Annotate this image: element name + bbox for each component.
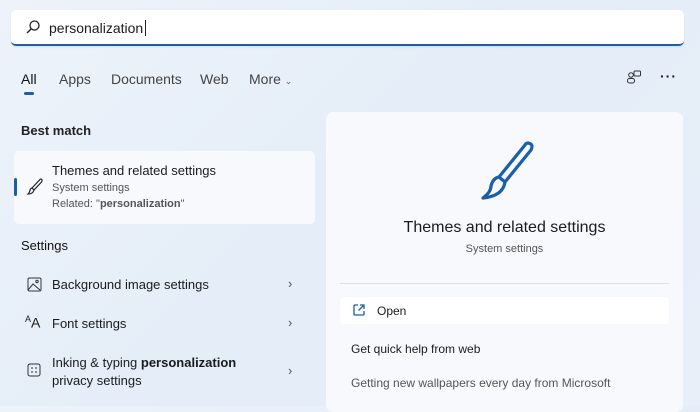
chevron-down-icon: ⌄ xyxy=(284,76,293,86)
tab-documents[interactable]: Documents xyxy=(111,71,182,87)
divider xyxy=(340,283,669,284)
open-external-icon xyxy=(353,304,365,316)
paintbrush-large-icon xyxy=(481,141,534,200)
image-icon xyxy=(27,277,42,292)
search-icon xyxy=(26,20,40,34)
best-match-item[interactable]: Themes and related settings System setti… xyxy=(14,151,315,224)
tab-apps[interactable]: Apps xyxy=(59,71,91,87)
quick-help-heading: Get quick help from web xyxy=(351,342,481,356)
more-options-icon[interactable]: ··· xyxy=(660,68,677,84)
setting-label: Background image settings xyxy=(52,277,209,292)
selection-indicator xyxy=(14,178,17,196)
preview-panel: Themes and related settings System setti… xyxy=(326,112,683,412)
tab-web[interactable]: Web xyxy=(200,71,229,87)
best-match-subtitle: System settings xyxy=(52,182,130,194)
search-value: personalization xyxy=(49,20,144,36)
related-prefix: Related: " xyxy=(52,198,100,210)
keyboard-icon xyxy=(27,363,41,377)
paintbrush-icon xyxy=(26,178,43,195)
chevron-right-icon: › xyxy=(288,315,293,330)
related-term: personalization xyxy=(99,198,181,210)
setting-item-background-image[interactable]: Background image settings › xyxy=(14,267,315,301)
preview-title: Themes and related settings xyxy=(403,219,606,236)
help-link[interactable]: Getting new wallpapers every day from Mi… xyxy=(351,376,610,390)
setting-item-inking-typing[interactable]: Inking & typing personalization privacy s… xyxy=(14,350,315,392)
font-icon: AA xyxy=(25,314,41,331)
preview-subtitle: System settings xyxy=(465,243,544,255)
chevron-right-icon: › xyxy=(288,363,293,378)
tab-all[interactable]: All xyxy=(21,71,37,87)
open-label: Open xyxy=(377,304,407,318)
best-match-heading: Best match xyxy=(21,123,92,138)
settings-heading: Settings xyxy=(21,238,68,253)
best-match-related: Related: "personalization" xyxy=(52,198,185,210)
tab-more[interactable]: More ⌄ xyxy=(249,71,292,87)
setting-label: Font settings xyxy=(52,316,127,331)
best-match-title: Themes and related settings xyxy=(52,163,217,178)
label-pre: Inking & typing xyxy=(52,355,141,370)
search-input[interactable]: personalization xyxy=(49,20,147,36)
active-tab-indicator xyxy=(24,92,34,95)
tab-more-label: More xyxy=(249,71,281,87)
related-suffix: " xyxy=(180,198,185,210)
setting-item-font[interactable]: AA Font settings › xyxy=(14,306,315,340)
text-caret xyxy=(145,20,147,36)
open-button[interactable]: Open xyxy=(340,297,669,324)
label-post: privacy settings xyxy=(52,373,142,388)
setting-label: Inking & typing personalization privacy s… xyxy=(52,354,236,390)
search-box[interactable]: personalization xyxy=(11,10,684,46)
label-bold: personalization xyxy=(140,355,237,370)
feedback-icon[interactable] xyxy=(626,69,642,85)
chevron-right-icon: › xyxy=(288,276,293,291)
